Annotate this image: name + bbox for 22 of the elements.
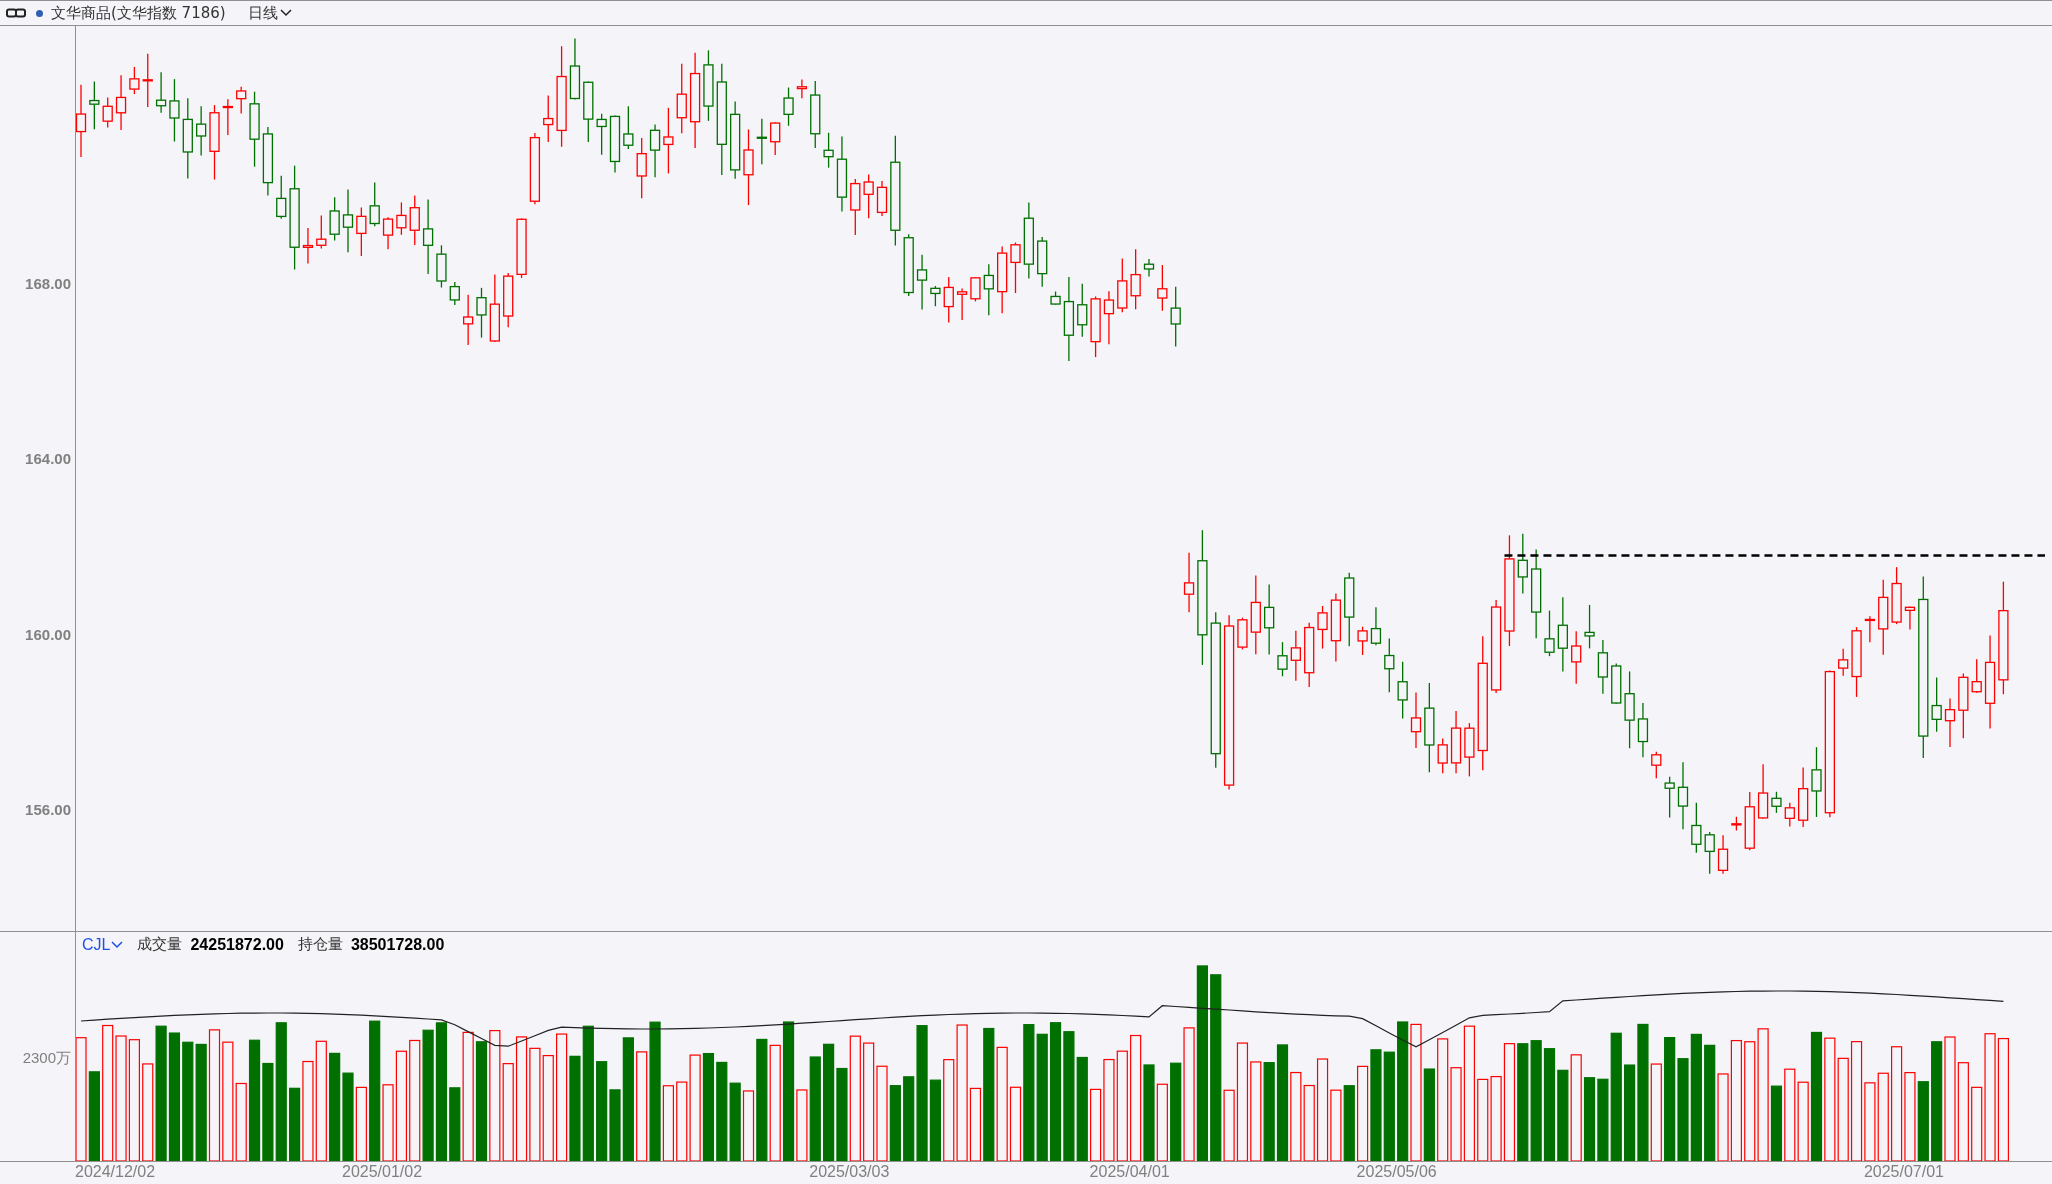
open-interest-value: 38501728.00 [350, 935, 445, 954]
date-axis-label: 2024/12/02 [75, 1163, 156, 1181]
price-axis-label: 164.00 [25, 449, 71, 467]
caret-icon [111, 940, 124, 949]
date-axis-label: 2025/03/03 [809, 1163, 890, 1181]
date-axis-label: 2025/07/01 [1863, 1163, 1944, 1181]
price-axis-label: 156.00 [25, 800, 71, 818]
price-axis-label: 168.00 [25, 274, 71, 292]
link-icon[interactable] [6, 8, 26, 18]
open-interest-label: 持仓量 [297, 935, 343, 954]
volume-value: 24251872.00 [190, 935, 284, 954]
price-axis-label: 160.00 [25, 625, 71, 643]
indicator-selector[interactable]: CJL [82, 935, 124, 954]
instrument-title: 文华商品(文华指数 7186) [51, 3, 226, 23]
volume-label: 成交量 [137, 935, 183, 954]
date-axis-label: 2025/01/02 [342, 1163, 423, 1181]
status-dot [36, 9, 43, 17]
period-selector[interactable]: 日线 [247, 3, 292, 23]
date-axis-label: 2025/05/06 [1356, 1163, 1437, 1181]
date-axis-label: 2025/04/01 [1089, 1163, 1170, 1181]
caret-icon [279, 9, 292, 17]
volume-axis-label: 2300万 [22, 1048, 71, 1068]
